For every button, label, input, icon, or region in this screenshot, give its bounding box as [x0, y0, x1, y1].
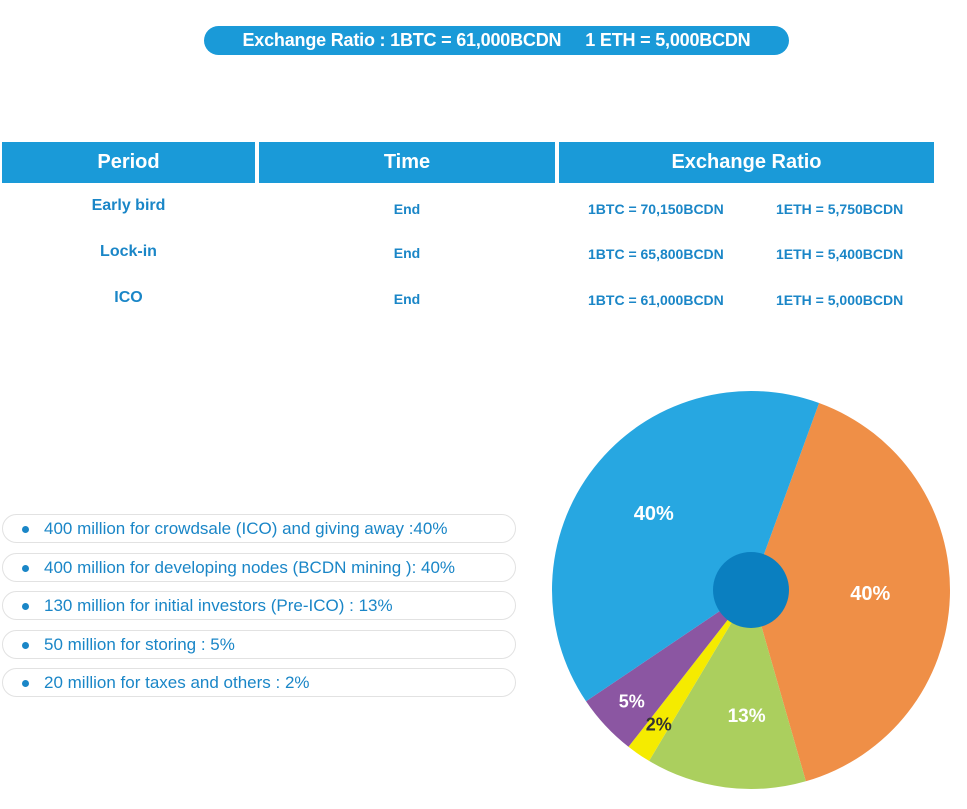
header-time: Time: [259, 142, 555, 183]
pie-chart: 40% 13% 2%5% 40%: [551, 390, 950, 789]
legend-item-label: 130 million for initial investors (Pre-I…: [44, 596, 393, 615]
pie-slice-label: 2%: [646, 715, 672, 735]
legend-item: 50 million for storing : 5%: [2, 630, 516, 659]
row-eth-ratio: 1ETH = 5,000BCDN: [776, 292, 904, 308]
legend-item-label: 400 million for crowdsale (ICO) and givi…: [44, 519, 448, 538]
header-period: Period: [2, 142, 255, 183]
legend-item: 20 million for taxes and others : 2%: [2, 668, 516, 697]
row-eth-ratio: 1ETH = 5,750BCDN: [776, 201, 904, 217]
bullet-icon: [22, 603, 29, 610]
row-time: End: [393, 245, 421, 261]
header-exchange-ratio: Exchange Ratio: [559, 142, 934, 183]
legend-item-label: 50 million for storing : 5%: [44, 635, 235, 654]
bullet-icon: [22, 680, 29, 687]
row-eth-ratio: 1ETH = 5,400BCDN: [776, 246, 904, 262]
row-period: Lock-in: [100, 243, 157, 260]
bullet-icon: [22, 642, 29, 649]
pie-slice-label: 5%: [619, 691, 645, 711]
legend-item: 400 million for crowdsale (ICO) and givi…: [2, 514, 516, 543]
row-time: End: [393, 291, 421, 307]
bullet-icon: [22, 526, 29, 533]
row-period: Early bird: [91, 197, 166, 214]
legend-item: 130 million for initial investors (Pre-I…: [2, 591, 516, 620]
row-time: End: [393, 201, 421, 217]
row-period: ICO: [114, 289, 143, 306]
bullet-icon: [22, 565, 29, 572]
legend-item-label: 20 million for taxes and others : 2%: [44, 673, 310, 692]
exchange-ratio-banner: Exchange Ratio : 1BTC = 61,000BCDN 1 ETH…: [204, 26, 789, 55]
pie-slice-label: 40%: [634, 503, 674, 525]
legend-item: 400 million for developing nodes (BCDN m…: [2, 553, 516, 582]
row-btc-ratio: 1BTC = 61,000BCDN: [588, 292, 724, 308]
legend-item-label: 400 million for developing nodes (BCDN m…: [44, 558, 456, 577]
pie-slice-label: 13%: [728, 706, 766, 727]
pie-slice-label: 40%: [850, 583, 890, 605]
row-btc-ratio: 1BTC = 65,800BCDN: [588, 246, 724, 262]
row-btc-ratio: 1BTC = 70,150BCDN: [588, 201, 724, 217]
pie-center-circle: [713, 552, 789, 628]
